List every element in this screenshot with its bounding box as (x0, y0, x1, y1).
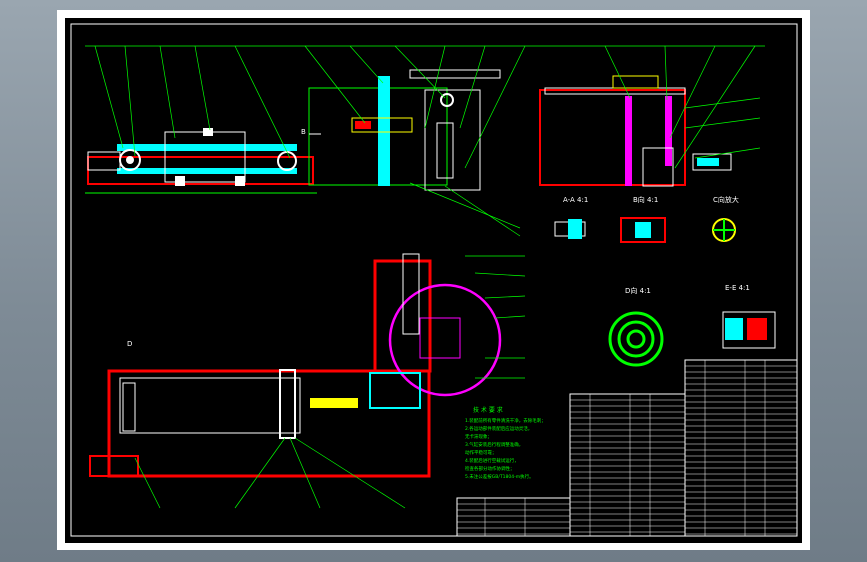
view-d-label: D向 4:1 (625, 286, 651, 295)
leader-8 (394, 45, 446, 99)
top-conveyor-view (85, 128, 317, 194)
section-ee-bearing (725, 318, 743, 340)
drawing-area: B A-A 4:1 B向 4:1 C向放大 D向 4:1 E-E 4:1 D 技… (65, 18, 802, 543)
cad-drawing: B A-A 4:1 B向 4:1 C向放大 D向 4:1 E-E 4:1 D 技… (70, 23, 798, 537)
gripper-frame (539, 89, 686, 186)
gripper-arm-left (625, 96, 632, 186)
leader-9 (424, 45, 446, 129)
plan-conveyor-body (119, 377, 301, 434)
turntable-base (369, 372, 421, 409)
parts-list-rows (457, 360, 797, 536)
conveyor-belt-top (117, 144, 297, 151)
foot-2 (235, 176, 245, 186)
top-block (203, 128, 213, 136)
notes-line-7: 检查各部分动作协调性； (465, 465, 515, 472)
parts-list-middle (569, 393, 686, 537)
section-ee-core (747, 318, 767, 340)
leader-6 (304, 45, 366, 124)
parts-list-right (684, 359, 798, 537)
gripper-cylinder (612, 75, 659, 89)
bottom-leader-3 (289, 437, 321, 509)
top-pusher-assembly: B (301, 69, 501, 191)
leader-7 (349, 45, 384, 84)
notes-line-8: 5.未注公差按GB/T1804-m执行。 (465, 473, 534, 480)
view-d-ring-inner (626, 329, 646, 349)
notes-line-1: 1.装配前所有零件清洗干净，去除毛刺； (465, 417, 546, 424)
plan-roller-2 (279, 369, 296, 439)
leader-15 (674, 45, 756, 169)
leader-17 (444, 185, 521, 237)
cylinder-rod (355, 121, 371, 129)
leader-4 (194, 45, 211, 131)
foot-1 (175, 176, 185, 186)
leader-20 (694, 147, 761, 159)
notes-line-6: 4.装配后进行空载试运行， (465, 457, 519, 464)
section-ee-label: E-E 4:1 (725, 284, 750, 292)
gripper-arm-right (665, 96, 672, 166)
notes-line-5: 动作平稳可靠； (465, 449, 497, 456)
plan-motor (89, 455, 139, 477)
section-aa-label: A-A 4:1 (563, 196, 588, 204)
leader-19 (684, 117, 761, 129)
plan-roller-1 (122, 382, 136, 432)
view-b-core (635, 222, 651, 238)
view-letter-d: D (127, 340, 132, 348)
conveyor-belt-bottom (117, 168, 297, 174)
turntable-disk (388, 283, 502, 397)
bottom-leader-4 (294, 437, 406, 509)
tail-pulley (277, 151, 297, 171)
leader-5 (234, 45, 291, 159)
top-right-gripper (539, 75, 732, 187)
leader-10 (459, 45, 486, 129)
notes-line-3: 无卡滞现象； (465, 433, 492, 440)
section-aa-core (568, 219, 582, 239)
notes-line-2: 2.各运动部件装配后应运动灵活， (465, 425, 532, 432)
leader-1 (94, 45, 124, 149)
vertical-column (378, 76, 390, 186)
technical-notes: 技 术 要 求 1.装配前所有零件清洗干净，去除毛刺； 2.各运动部件装配后应运… (465, 406, 546, 480)
leader-13 (664, 45, 668, 101)
top-plate (409, 69, 501, 79)
detail-views: A-A 4:1 B向 4:1 C向放大 D向 4:1 E-E 4:1 (554, 195, 776, 367)
guide-block (436, 122, 454, 179)
leader-11 (464, 45, 526, 169)
title-block (456, 359, 798, 537)
leader-2 (124, 45, 136, 157)
view-d-ring-mid (617, 320, 655, 358)
bottom-leader-1 (134, 457, 161, 509)
right-leader-2 (474, 272, 526, 277)
drive-pulley-hub (126, 156, 134, 164)
plan-cylinder (310, 398, 358, 408)
side-actuator-rod (697, 158, 719, 166)
turntable-center (419, 317, 461, 359)
view-b-label: B向 4:1 (633, 195, 658, 204)
view-letter-b: B (301, 128, 306, 136)
title-block-left (456, 497, 571, 537)
motor-housing (87, 151, 121, 171)
right-leader-3 (484, 295, 526, 299)
notes-line-4: 3.气缸安装后行程调整准确， (465, 441, 523, 448)
leader-14 (669, 45, 716, 139)
notes-title: 技 术 要 求 (473, 406, 503, 414)
leader-3 (159, 45, 176, 139)
leader-18 (684, 97, 761, 109)
view-c-label: C向放大 (713, 195, 739, 204)
bottom-leader-2 (234, 437, 286, 509)
bottom-plan-view: D (89, 253, 502, 478)
right-leader-4 (494, 315, 526, 319)
